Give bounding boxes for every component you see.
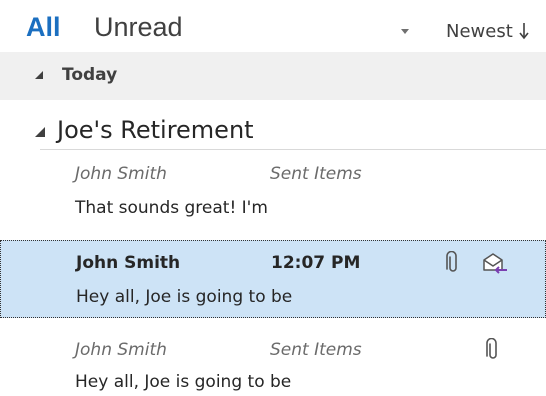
message-preview: Hey all, Joe is going to be — [75, 372, 292, 392]
message-preview: That sounds great! I'm — [75, 198, 268, 218]
filter-tab-unread[interactable]: Unread — [94, 12, 183, 43]
paperclip-icon — [446, 251, 457, 272]
message-time: 12:07 PM — [271, 253, 361, 273]
message-item-selected[interactable]: John Smith 12:07 PM Hey all, Joe is goin… — [0, 240, 546, 318]
message-item[interactable]: John Smith Sent Items That sounds great!… — [0, 160, 546, 232]
collapse-triangle-icon — [35, 71, 43, 79]
message-sender: John Smith — [75, 164, 167, 184]
message-folder: Sent Items — [270, 340, 362, 360]
sort-order-label: Newest — [446, 20, 513, 42]
filter-tab-all[interactable]: All — [26, 12, 61, 43]
paperclip-icon — [486, 338, 497, 359]
filter-dropdown-arrow-icon[interactable] — [398, 24, 412, 38]
message-folder: Sent Items — [270, 164, 362, 184]
date-group-label: Today — [62, 65, 118, 85]
sort-by-date-button[interactable]: Newest — [446, 17, 530, 45]
reply-envelope-icon — [483, 253, 507, 274]
message-sender: John Smith — [76, 253, 181, 273]
conversation-divider — [40, 149, 546, 150]
message-preview: Hey all, Joe is going to be — [76, 287, 293, 307]
conversation-header[interactable]: Joe's Retirement — [0, 112, 546, 150]
date-group-today[interactable]: Today — [0, 52, 546, 100]
message-item[interactable]: John Smith Sent Items Hey all, Joe is go… — [0, 334, 546, 396]
message-sender: John Smith — [75, 340, 167, 360]
collapse-triangle-icon — [35, 127, 45, 137]
sort-down-arrow-icon — [519, 23, 529, 40]
conversation-title: Joe's Retirement — [57, 116, 254, 144]
